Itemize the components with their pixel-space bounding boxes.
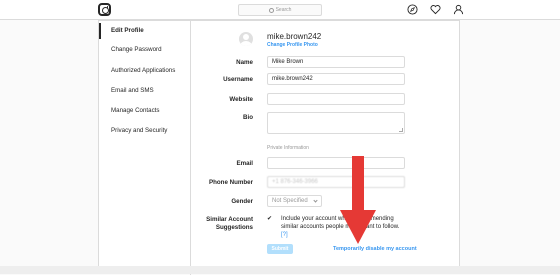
sidebar-item-change-password[interactable]: Change Password [99, 42, 191, 58]
temporarily-disable-account-link[interactable]: Temporarily disable my account [333, 246, 417, 252]
top-navigation-bar: Search [0, 0, 560, 20]
nav-icons [407, 4, 464, 15]
edit-profile-form: mike.brown242 Change Profile Photo Name … [191, 21, 461, 275]
website-label: Website [229, 96, 253, 103]
profile-icon[interactable] [453, 4, 464, 15]
name-field[interactable]: Mike Brown [267, 56, 405, 68]
suggestions-checkbox[interactable]: ✔ [267, 216, 274, 223]
phone-field[interactable]: +1 876-346-3966 [267, 176, 405, 188]
suggestions-label-line1: Similar Account [206, 216, 253, 223]
sidebar-item-privacy-security[interactable]: Privacy and Security [99, 123, 191, 139]
search-placeholder: Search [275, 7, 292, 13]
sidebar-item-authorized-applications[interactable]: Authorized Applications [99, 63, 191, 79]
sidebar-item-email-sms[interactable]: Email and SMS [99, 83, 191, 99]
bio-textarea[interactable] [267, 112, 405, 134]
search-icon [268, 7, 274, 13]
resize-grip-icon[interactable] [399, 128, 403, 132]
phone-label: Phone Number [208, 179, 253, 186]
username-label: Username [223, 76, 253, 83]
gender-value: Not Specified [272, 198, 308, 204]
instagram-logo-icon[interactable] [98, 3, 111, 16]
email-label: Email [236, 160, 253, 167]
gender-label: Gender [231, 198, 253, 205]
profile-username: mike.brown242 [267, 32, 322, 41]
settings-card: Edit Profile Change Password Authorized … [98, 20, 461, 275]
sidebar-item-edit-profile[interactable]: Edit Profile [99, 23, 191, 39]
settings-sidebar: Edit Profile Change Password Authorized … [99, 21, 191, 275]
avatar[interactable] [239, 32, 253, 46]
email-field[interactable] [267, 157, 405, 169]
sidebar-item-manage-contacts[interactable]: Manage Contacts [99, 103, 191, 119]
username-field[interactable]: mike.brown242 [267, 73, 405, 85]
suggestions-help-link[interactable]: [?] [281, 232, 288, 238]
name-label: Name [236, 59, 253, 66]
search-input[interactable]: Search [238, 4, 322, 16]
heart-icon[interactable] [430, 4, 441, 15]
bio-label: Bio [243, 114, 253, 121]
compass-icon[interactable] [407, 4, 418, 15]
change-profile-photo-link[interactable]: Change Profile Photo [267, 42, 318, 48]
submit-button[interactable]: Submit [267, 244, 293, 254]
page-bottom-area [0, 266, 560, 274]
suggestions-label-line2: Suggestions [215, 224, 253, 231]
website-field[interactable] [267, 93, 405, 105]
chevron-down-icon [313, 198, 318, 203]
gender-select[interactable]: Not Specified [267, 195, 322, 207]
private-information-heading: Private Information [267, 145, 309, 151]
red-arrow-annotation-icon [340, 156, 376, 244]
